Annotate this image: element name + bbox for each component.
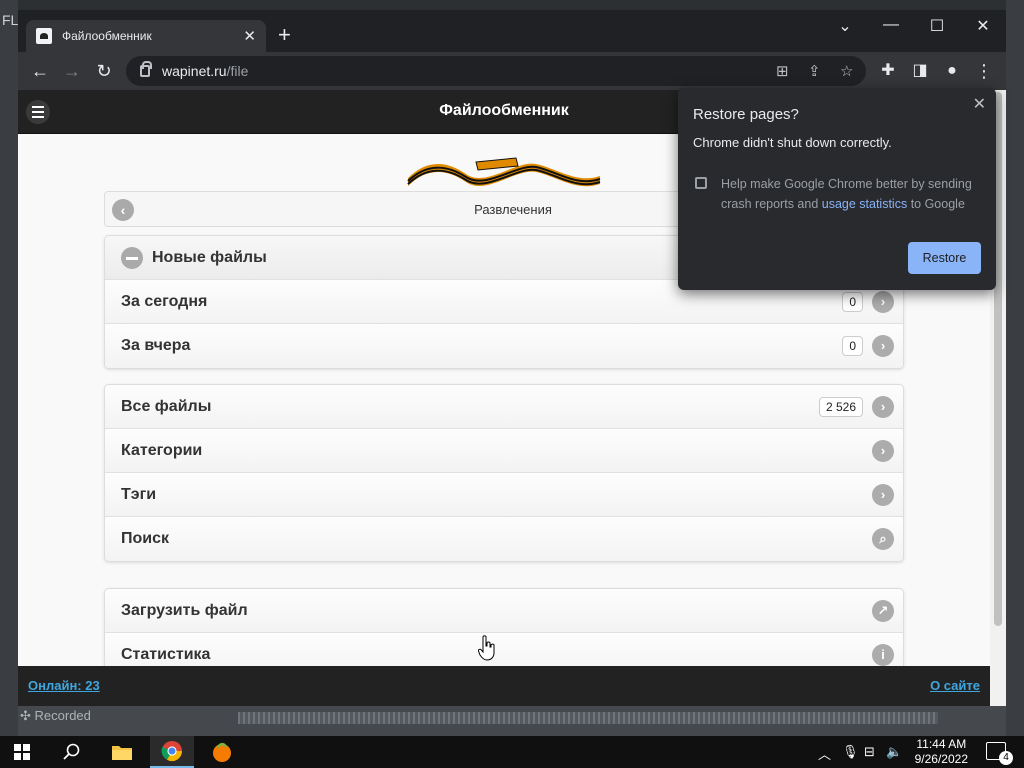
url-host: wapinet.ru — [162, 63, 227, 79]
actions-list: Загрузить файл ↗ Статистика i — [104, 588, 904, 666]
st-george-ribbon-logo — [407, 157, 601, 187]
file-explorer-icon[interactable] — [100, 736, 144, 768]
list-item-label: Тэги — [121, 485, 157, 503]
tab-search-chevron-icon[interactable]: ⌄ — [830, 16, 860, 36]
help-suffix: to Google — [907, 197, 965, 211]
lock-icon — [140, 61, 152, 77]
extensions-puzzle-icon[interactable]: ✚ — [876, 60, 900, 82]
translate-icon[interactable]: ⊞ — [776, 62, 789, 80]
minimize-button[interactable]: — — [876, 16, 906, 34]
list-item-upload[interactable]: Загрузить файл ↗ — [105, 589, 903, 633]
popup-title: Restore pages? — [693, 106, 799, 123]
reload-icon[interactable]: ↻ — [92, 60, 116, 82]
windows-start-icon[interactable] — [0, 736, 44, 768]
search-icon: ⌕ — [872, 528, 894, 550]
list-item-label: Все файлы — [121, 397, 212, 415]
clock-date: 9/26/2022 — [914, 752, 968, 766]
recorded-label: ✣ Recorded — [20, 708, 91, 723]
arrow-right-icon: › — [872, 440, 894, 462]
count-badge: 0 — [842, 292, 863, 312]
about-link[interactable]: О сайте — [930, 678, 980, 693]
windows-taskbar: ︿ 🎙 ⊟ 🔈 11:44 AM 9/26/2022 4 — [0, 736, 1024, 768]
bookmark-star-icon[interactable]: ☆ — [840, 62, 853, 80]
address-bar[interactable]: wapinet.ru/file ⊞ ⇪ ☆ — [126, 56, 866, 86]
tab-close-icon[interactable]: ✕ — [243, 27, 256, 45]
list-item-label: Категории — [121, 441, 203, 459]
browser-tab[interactable]: Файлообменник ✕ — [26, 20, 266, 52]
back-arrow-icon[interactable]: ← — [28, 60, 52, 82]
arrow-right-icon: › — [872, 291, 894, 313]
profile-icon[interactable]: ● — [940, 60, 964, 82]
maximize-button[interactable]: ☐ — [922, 16, 952, 36]
recorded-text: Recorded — [34, 708, 91, 723]
clock-time: 11:44 AM — [916, 737, 967, 751]
background-app-tag: FL — [2, 12, 19, 28]
online-count-link[interactable]: Онлайн: 23 — [28, 678, 100, 693]
new-tab-button[interactable]: + — [278, 24, 291, 46]
network-icon[interactable]: ⊟ — [864, 744, 875, 760]
url-path: /file — [226, 63, 249, 79]
site-favicon-icon — [36, 28, 52, 44]
list-item-label: За вчера — [121, 337, 191, 354]
collapse-minus-icon — [121, 246, 143, 269]
list-item-label: Статистика — [121, 646, 211, 663]
hand-cursor-icon — [478, 635, 495, 661]
list-item-label: Поиск — [121, 530, 170, 547]
background-left-strip — [0, 0, 18, 736]
usage-statistics-link[interactable]: usage statistics — [822, 197, 907, 211]
restore-button[interactable]: Restore — [908, 242, 981, 274]
share-icon[interactable]: ⇪ — [808, 62, 821, 80]
tab-title: Файлообменник — [62, 29, 152, 43]
list-item-tags[interactable]: Тэги › — [105, 473, 903, 517]
fl-studio-icon[interactable] — [200, 736, 244, 768]
list-item-label: Загрузить файл — [121, 601, 248, 619]
chrome-taskbar-icon[interactable] — [150, 736, 194, 768]
arrow-right-icon: › — [872, 396, 894, 418]
audio-waveform — [238, 712, 938, 724]
list-item-all-files[interactable]: Все файлы 2 526 › — [105, 385, 903, 429]
chrome-menu-icon[interactable]: ⋮ — [972, 60, 996, 82]
taskbar-search-icon[interactable] — [50, 736, 94, 768]
popup-close-icon[interactable]: ✕ — [973, 94, 986, 114]
restore-pages-popup: ✕ Restore pages? Chrome didn't shut down… — [678, 88, 996, 290]
list-item-categories[interactable]: Категории › — [105, 429, 903, 473]
tab-strip: Файлообменник ✕ + ⌄ — ☐ ✕ — [18, 10, 1006, 52]
browse-list: Все файлы 2 526 › Категории › Тэги › Пои… — [104, 384, 904, 562]
list-item-label: Новые файлы — [152, 248, 267, 266]
window-close-button[interactable]: ✕ — [968, 16, 998, 36]
tray-chevron-icon[interactable]: ︿ — [818, 744, 831, 763]
notification-count: 4 — [999, 751, 1013, 765]
forward-arrow-icon[interactable]: → — [60, 60, 84, 82]
taskbar-clock[interactable]: 11:44 AM 9/26/2022 — [915, 737, 968, 767]
list-item-label: За сегодня — [121, 292, 208, 310]
volume-icon[interactable]: 🔈 — [886, 744, 902, 760]
arrow-right-icon: › — [872, 484, 894, 506]
upload-share-icon: ↗ — [872, 600, 894, 622]
list-item-yesterday[interactable]: За вчера 0 › — [105, 324, 903, 368]
crash-report-checkbox[interactable] — [695, 177, 707, 189]
list-item-search[interactable]: Поиск ⌕ — [105, 517, 903, 561]
list-item-statistics[interactable]: Статистика i — [105, 633, 903, 666]
microphone-icon[interactable]: 🎙 — [842, 744, 859, 760]
info-icon: i — [872, 644, 894, 666]
background-topbar — [0, 0, 1024, 10]
popup-message: Chrome didn't shut down correctly. — [693, 135, 892, 150]
count-badge: 0 — [842, 336, 863, 356]
site-footer: Онлайн: 23 О сайте — [18, 666, 990, 706]
arrow-right-icon: › — [872, 335, 894, 357]
browser-toolbar: ← → ↻ wapinet.ru/file ⊞ ⇪ ☆ ✚ ◨ ● ⋮ — [18, 52, 1006, 90]
count-badge: 2 526 — [818, 397, 863, 417]
background-right-strip — [1006, 0, 1024, 736]
notification-center-icon[interactable]: 4 — [986, 742, 1013, 765]
crash-report-text: Help make Google Chrome better by sendin… — [721, 174, 981, 214]
side-panel-icon[interactable]: ◨ — [908, 60, 932, 82]
